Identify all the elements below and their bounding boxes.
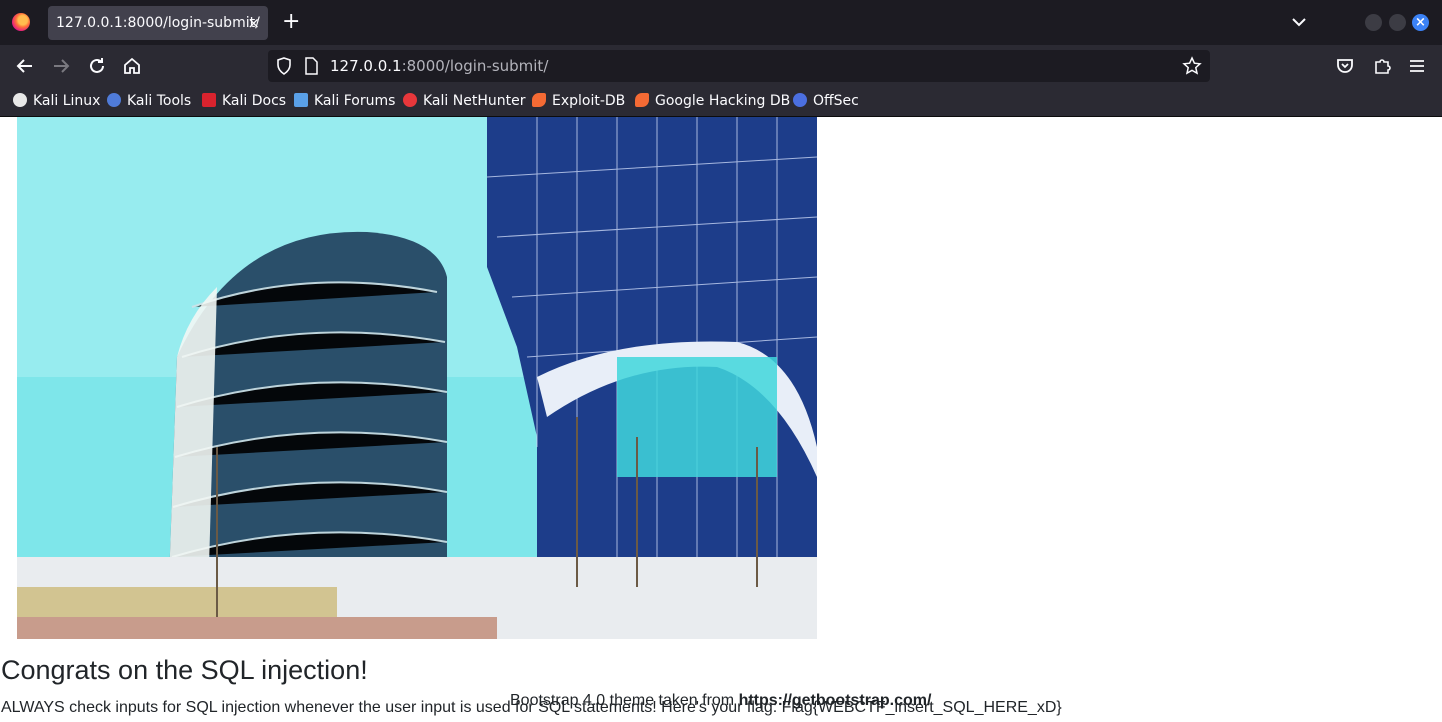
- tab-strip: 127.0.0.1:8000/login-submit/ × + ×: [0, 0, 1442, 45]
- navigation-toolbar: 127.0.0.1:8000/login-submit/: [0, 45, 1442, 87]
- url-text[interactable]: 127.0.0.1:8000/login-submit/: [330, 50, 548, 82]
- forward-arrow-icon[interactable]: [49, 54, 73, 78]
- page-info-icon[interactable]: [304, 57, 318, 75]
- kali-nethunter-icon: [403, 93, 417, 107]
- minimize-window-button[interactable]: [1365, 14, 1382, 31]
- tab-active[interactable]: 127.0.0.1:8000/login-submit/ ×: [48, 6, 268, 40]
- exploit-db-icon: [532, 93, 546, 107]
- tab-title: 127.0.0.1:8000/login-submit/: [56, 15, 260, 31]
- offsec-icon: [793, 93, 807, 107]
- bookmark-kali-tools[interactable]: Kali Tools: [107, 87, 191, 116]
- bookmark-offsec[interactable]: OffSec: [793, 87, 859, 116]
- bookmark-kali-docs[interactable]: Kali Docs: [202, 87, 286, 116]
- kali-forums-icon: [294, 93, 308, 107]
- firefox-logo-icon[interactable]: [12, 13, 30, 31]
- back-arrow-icon[interactable]: [13, 54, 37, 78]
- hamburger-menu-icon[interactable]: [1405, 54, 1429, 78]
- bookmark-kali-linux[interactable]: Kali Linux: [13, 87, 100, 116]
- reload-icon[interactable]: [85, 54, 109, 78]
- new-tab-button[interactable]: +: [282, 10, 300, 34]
- url-path: :8000/login-submit/: [401, 57, 549, 75]
- maximize-window-button[interactable]: [1389, 14, 1406, 31]
- tab-close-icon[interactable]: ×: [247, 6, 260, 40]
- bookmark-google-hacking-db[interactable]: Google Hacking DB: [635, 87, 790, 116]
- extensions-puzzle-icon[interactable]: [1370, 54, 1394, 78]
- tracking-protection-shield-icon[interactable]: [276, 57, 292, 75]
- bookmark-exploit-db[interactable]: Exploit-DB: [532, 87, 625, 116]
- bookmark-kali-forums[interactable]: Kali Forums: [294, 87, 395, 116]
- campus-building-photo: [17, 117, 817, 639]
- bookmark-kali-nethunter[interactable]: Kali NetHunter: [403, 87, 525, 116]
- pocket-icon[interactable]: [1333, 54, 1357, 78]
- ghdb-icon: [635, 93, 649, 107]
- footer-link[interactable]: https://getbootstrap.com/: [739, 692, 932, 709]
- close-window-button[interactable]: ×: [1412, 14, 1429, 31]
- url-host: 127.0.0.1: [330, 57, 402, 75]
- address-bar[interactable]: 127.0.0.1:8000/login-submit/: [268, 50, 1210, 82]
- bookmark-star-icon[interactable]: [1182, 56, 1202, 76]
- footer-credit: Bootstrap 4.0 theme taken from https://g…: [510, 692, 931, 710]
- kali-tools-icon: [107, 93, 121, 107]
- page-heading: Congrats on the SQL injection!: [1, 655, 368, 685]
- kali-docs-icon: [202, 93, 216, 107]
- bookmarks-toolbar: Kali Linux Kali Tools Kali Docs Kali For…: [0, 87, 1442, 117]
- list-all-tabs-chevron-down-icon[interactable]: [1290, 12, 1308, 32]
- footer-prefix: Bootstrap 4.0 theme taken from: [510, 692, 739, 709]
- home-icon[interactable]: [120, 54, 144, 78]
- kali-dragon-icon: [13, 93, 27, 107]
